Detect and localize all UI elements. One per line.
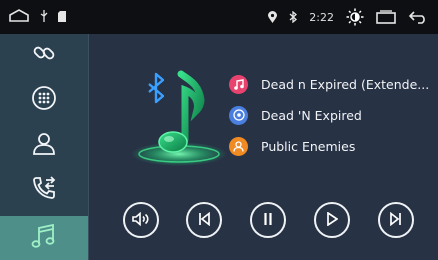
artist-person-icon <box>229 136 248 156</box>
sidebar-item-contacts[interactable] <box>0 124 88 166</box>
sidebar <box>0 34 88 260</box>
play-button[interactable] <box>314 202 350 238</box>
clock-time: 2:22 <box>309 10 334 24</box>
bt-music-screen: 2:22 Dead n Expired (Extende... Dead 'N … <box>0 0 438 260</box>
home-outline-icon[interactable] <box>8 9 30 23</box>
back-arrow-icon[interactable] <box>408 10 428 24</box>
location-pin-icon <box>268 11 278 23</box>
previous-track-icon <box>198 211 210 230</box>
pause-icon <box>263 211 273 230</box>
link-icon <box>31 40 57 70</box>
usb-icon <box>40 10 48 22</box>
music-note-icon <box>229 74 248 94</box>
call-log-icon <box>31 175 57 205</box>
pause-button[interactable] <box>250 202 286 238</box>
track-artist: Public Enemies <box>261 138 356 154</box>
track-artist-row: Public Enemies <box>229 135 355 157</box>
track-album: Dead 'N Expired <box>261 107 362 123</box>
sidebar-item-call-log[interactable] <box>0 169 88 211</box>
volume-button[interactable] <box>123 202 159 238</box>
bt-music-art <box>129 44 229 174</box>
bluetooth-icon <box>289 11 298 23</box>
track-title: Dead n Expired (Extende... <box>261 76 430 92</box>
sidebar-item-dialpad[interactable] <box>0 79 88 121</box>
sidebar-item-bt-music[interactable] <box>0 216 88 260</box>
next-track-icon <box>390 211 402 230</box>
sidebar-item-link[interactable] <box>0 34 88 76</box>
recent-apps-icon[interactable] <box>376 10 396 24</box>
next-button[interactable] <box>378 202 414 238</box>
track-album-row: Dead 'N Expired <box>229 104 362 126</box>
music-panel: Dead n Expired (Extende... Dead 'N Expir… <box>89 34 438 260</box>
dialpad-icon <box>31 85 57 115</box>
album-disc-icon <box>229 105 248 125</box>
volume-icon <box>132 211 150 230</box>
play-icon <box>326 210 339 230</box>
bluetooth-music-icon <box>31 222 57 254</box>
previous-button[interactable] <box>186 202 222 238</box>
brightness-icon[interactable] <box>346 8 364 26</box>
contacts-icon <box>31 130 57 160</box>
status-bar: 2:22 <box>0 0 438 34</box>
track-title-row: Dead n Expired (Extende... <box>229 73 429 95</box>
sd-card-icon <box>58 10 66 22</box>
playback-controls <box>119 202 429 242</box>
